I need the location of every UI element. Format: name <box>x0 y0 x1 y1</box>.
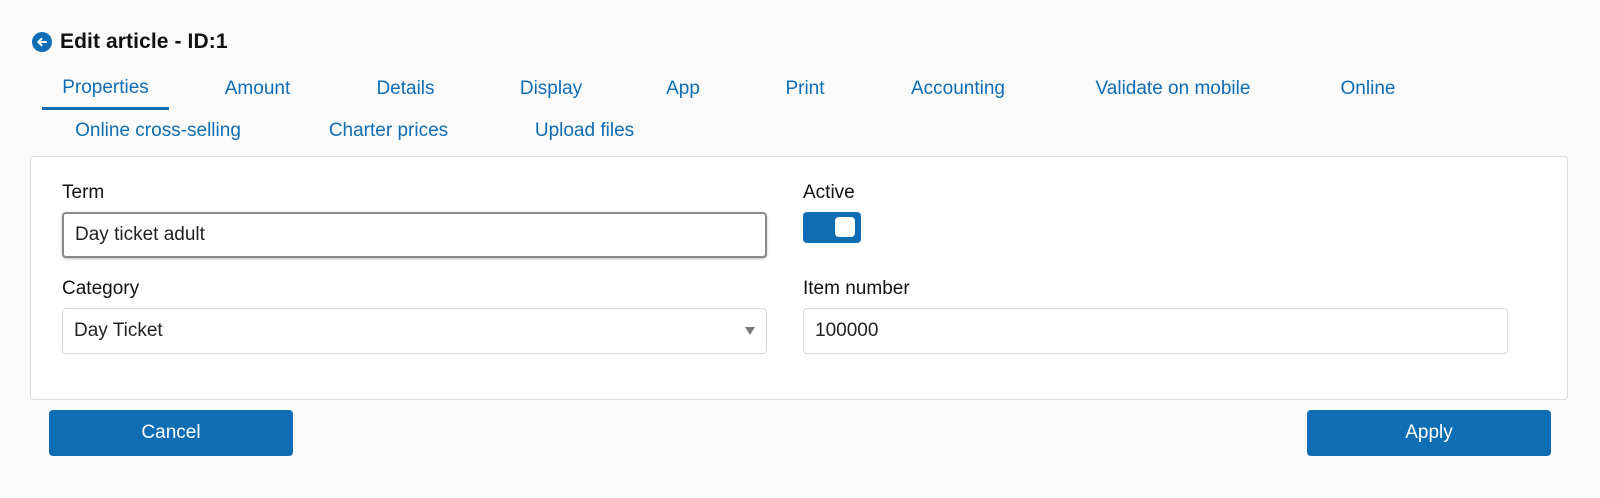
term-input[interactable] <box>62 212 767 258</box>
tab-row-2: Online cross-selling Charter prices Uplo… <box>42 110 1568 152</box>
tab-amount[interactable]: Amount <box>180 68 335 110</box>
tab-upload-files[interactable]: Upload files <box>503 110 666 152</box>
tab-validate-on-mobile[interactable]: Validate on mobile <box>1046 68 1300 110</box>
active-label: Active <box>803 182 855 203</box>
toggle-knob <box>835 217 855 237</box>
item-number-label: Item number <box>803 278 910 299</box>
category-selected-value: Day Ticket <box>74 320 163 341</box>
apply-button[interactable]: Apply <box>1307 410 1551 456</box>
arrow-left-circle-icon[interactable] <box>32 32 52 52</box>
active-toggle[interactable] <box>803 212 861 243</box>
page-header: Edit article - ID:1 <box>32 30 228 54</box>
edit-article-page: Edit article - ID:1 Properties Amount De… <box>0 0 1600 498</box>
term-label: Term <box>62 182 105 203</box>
caret-down-icon <box>745 327 755 335</box>
tab-bar: Properties Amount Details Display App Pr… <box>42 68 1568 152</box>
tab-charter-prices[interactable]: Charter prices <box>275 110 502 152</box>
tab-details[interactable]: Details <box>336 68 475 110</box>
tab-properties[interactable]: Properties <box>42 68 169 110</box>
cancel-button[interactable]: Cancel <box>49 410 293 456</box>
category-select[interactable]: Day Ticket <box>62 308 767 354</box>
page-title: Edit article - ID:1 <box>60 30 228 53</box>
tab-row-1: Properties Amount Details Display App Pr… <box>42 68 1568 110</box>
item-number-input[interactable] <box>803 308 1508 354</box>
tab-print[interactable]: Print <box>740 68 870 110</box>
tab-online-cross-selling[interactable]: Online cross-selling <box>42 110 274 152</box>
tab-display[interactable]: Display <box>476 68 626 110</box>
tab-app[interactable]: App <box>627 68 739 110</box>
tab-accounting[interactable]: Accounting <box>871 68 1045 110</box>
category-label: Category <box>62 278 140 299</box>
tab-online[interactable]: Online <box>1301 68 1435 110</box>
properties-panel: Term Active Category Day Ticket Item num… <box>30 156 1568 400</box>
